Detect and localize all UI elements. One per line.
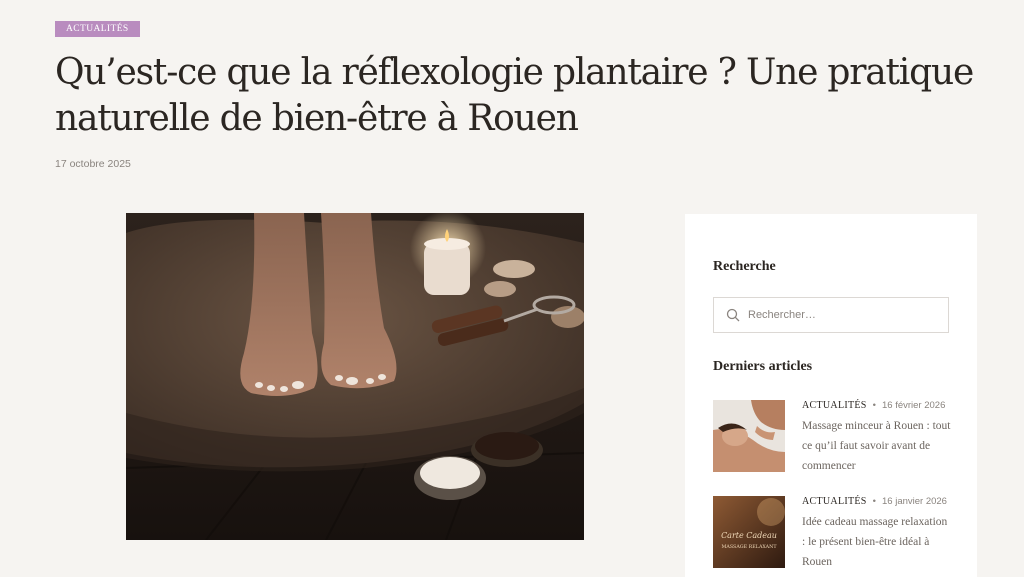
search-icon: [726, 308, 740, 322]
post-title[interactable]: Idée cadeau massage relaxation : le prés…: [802, 512, 952, 572]
post-thumbnail[interactable]: [713, 400, 785, 472]
post-category[interactable]: ACTUALITÉS: [802, 496, 867, 507]
meta-separator: •: [872, 496, 876, 507]
thumbnail-caption: Carte Cadeau: [721, 531, 777, 540]
thumbnail-caption: MASSAGE RELAXANT: [721, 544, 777, 550]
article-date: 17 octobre 2025: [55, 158, 131, 170]
recent-post[interactable]: Carte Cadeau MASSAGE RELAXANT ACTUALITÉS…: [713, 496, 953, 570]
recent-post[interactable]: ACTUALITÉS • 16 février 2026 Massage mince…: [713, 400, 953, 474]
search-box[interactable]: [713, 297, 949, 333]
search-heading: Recherche: [713, 259, 776, 274]
search-input[interactable]: [748, 306, 938, 324]
article-title: Qu’est-ce que la réflexologie plantaire …: [55, 52, 974, 139]
post-title[interactable]: Massage minceur à Rouen : tout ce qu’il …: [802, 416, 952, 476]
post-thumbnail[interactable]: Carte Cadeau MASSAGE RELAXANT: [713, 496, 785, 568]
recent-posts-heading: Derniers articles: [713, 359, 813, 374]
post-date: 16 janvier 2026: [882, 496, 947, 507]
category-badge[interactable]: ACTUALITÉS: [55, 21, 140, 37]
post-category[interactable]: ACTUALITÉS: [802, 400, 867, 411]
sidebar: Recherche Derniers articles ACTUALITÉS • 1…: [685, 214, 977, 577]
post-meta: ACTUALITÉS • 16 janvier 2026: [802, 496, 947, 507]
meta-separator: •: [872, 400, 876, 411]
hero-image: [126, 213, 584, 540]
post-date: 16 février 2026: [882, 400, 946, 411]
post-meta: ACTUALITÉS • 16 février 2026: [802, 400, 945, 411]
